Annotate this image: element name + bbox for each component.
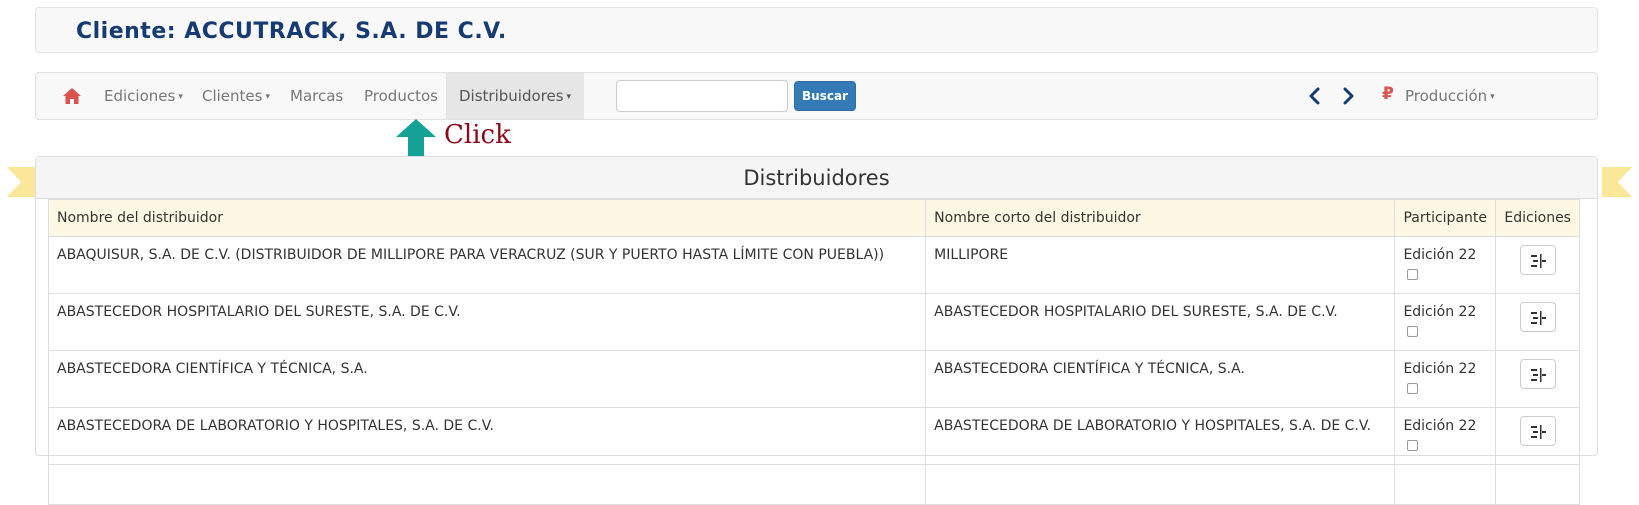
list-icon (1530, 368, 1546, 382)
distributor-name: ABASTECEDOR HOSPITALARIO DEL SURESTE, S.… (47, 293, 927, 351)
participant-edition: Edición 22 (1403, 304, 1477, 320)
table-row[interactable] (47, 464, 1580, 505)
ribbon-left-decoration (7, 167, 37, 197)
client-title: Cliente: ACCUTRACK, S.A. DE C.V. (76, 19, 507, 44)
participant-cell: Edición 22 (1394, 293, 1497, 351)
chevron-left-icon[interactable] (1306, 87, 1324, 105)
editions-cell (1495, 464, 1580, 505)
nav-productos[interactable]: Productos (364, 73, 438, 119)
table-row[interactable]: ABASTECEDORA DE LABORATORIO Y HOSPITALES… (47, 407, 1580, 465)
ribbon-right-decoration (1602, 167, 1632, 197)
click-annotation-label: Click (444, 120, 511, 150)
nav-distribuidores-label: Distribuidores (459, 87, 564, 105)
participant-cell: Edición 22 (1394, 236, 1497, 294)
list-icon (1530, 254, 1546, 268)
editions-button[interactable] (1519, 302, 1556, 332)
nav-productos-label: Productos (364, 87, 438, 105)
table-row[interactable]: ABAQUISUR, S.A. DE C.V. (DISTRIBUIDOR DE… (47, 236, 1580, 294)
chevron-down-icon: ▾ (566, 92, 572, 102)
distributor-short-name: ABASTECEDORA DE LABORATORIO Y HOSPITALES… (925, 407, 1396, 465)
distributor-name: ABAQUISUR, S.A. DE C.V. (DISTRIBUIDOR DE… (47, 236, 927, 294)
environment-label: Producción (1405, 87, 1488, 105)
search-input[interactable] (616, 80, 788, 112)
column-header[interactable]: Nombre del distribuidor (47, 199, 927, 237)
distributor-short-name (925, 464, 1396, 505)
nav-clientes[interactable]: Clientes ▾ (202, 73, 270, 119)
editions-button[interactable] (1519, 245, 1556, 275)
editions-button[interactable] (1519, 359, 1556, 389)
main-navbar: Ediciones ▾ Clientes ▾ Marcas Productos Di… (35, 72, 1598, 120)
participant-checkbox[interactable] (1407, 326, 1419, 337)
editions-cell (1495, 350, 1580, 408)
participant-edition: Edición 22 (1403, 418, 1477, 434)
column-header[interactable]: Participante (1394, 199, 1497, 237)
environment-menu[interactable]: Producción ▾ (1405, 73, 1495, 119)
editions-cell (1495, 407, 1580, 465)
participant-cell (1394, 464, 1497, 505)
nav-ediciones-label: Ediciones (104, 87, 176, 105)
editions-button[interactable] (1519, 416, 1556, 446)
list-icon (1530, 425, 1546, 439)
nav-marcas-label: Marcas (290, 87, 344, 105)
distributor-short-name: ABASTECEDORA CIENTÍFICA Y TÉCNICA, S.A. (925, 350, 1396, 408)
column-header[interactable]: Nombre corto del distribuidor (925, 199, 1396, 237)
participant-checkbox[interactable] (1407, 440, 1419, 451)
editions-cell (1495, 293, 1580, 351)
arrow-up-icon (396, 119, 436, 159)
distributor-name: ABASTECEDORA DE LABORATORIO Y HOSPITALES… (47, 407, 927, 465)
client-bar: Cliente: ACCUTRACK, S.A. DE C.V. (35, 7, 1598, 53)
distributor-name (47, 464, 927, 505)
nav-marcas[interactable]: Marcas (290, 73, 343, 119)
home-icon[interactable] (62, 86, 82, 106)
table-row[interactable]: ABASTECEDORA CIENTÍFICA Y TÉCNICA, S.A. … (47, 350, 1580, 408)
participant-checkbox[interactable] (1407, 269, 1419, 280)
chevron-down-icon: ▾ (178, 92, 183, 102)
nav-ediciones[interactable]: Ediciones ▾ (104, 73, 183, 119)
chevron-down-icon: ▾ (265, 92, 270, 102)
nav-distribuidores[interactable]: Distribuidores ▾ (446, 73, 585, 119)
participant-cell: Edición 22 (1394, 407, 1497, 465)
distributor-short-name: ABASTECEDOR HOSPITALARIO DEL SURESTE, S.… (925, 293, 1396, 351)
distributor-name: ABASTECEDORA CIENTÍFICA Y TÉCNICA, S.A. (47, 350, 927, 408)
list-icon (1530, 311, 1546, 325)
nav-clientes-label: Clientes (202, 87, 263, 105)
table-header-row: Nombre del distribuidor Nombre corto del… (47, 199, 1580, 237)
table-row[interactable]: ABASTECEDOR HOSPITALARIO DEL SURESTE, S.… (47, 293, 1580, 351)
participant-edition: Edición 22 (1403, 247, 1477, 263)
chevron-down-icon: ▾ (1490, 92, 1495, 102)
panel-title: Distribuidores (36, 157, 1597, 199)
chevron-right-icon[interactable] (1339, 87, 1357, 105)
distribuidores-panel: Distribuidores Nombre del distribuidor N… (35, 156, 1598, 505)
participant-cell: Edición 22 (1394, 350, 1497, 408)
search-button[interactable]: Buscar (794, 81, 856, 111)
distributor-short-name: MILLIPORE (925, 236, 1396, 294)
editions-cell (1495, 236, 1580, 294)
environment-icon: ₽ (1382, 84, 1394, 104)
participant-edition: Edición 22 (1403, 361, 1477, 377)
column-header[interactable]: Ediciones (1495, 199, 1580, 237)
participant-checkbox[interactable] (1407, 383, 1419, 394)
distribuidores-table: Nombre del distribuidor Nombre corto del… (47, 199, 1580, 505)
